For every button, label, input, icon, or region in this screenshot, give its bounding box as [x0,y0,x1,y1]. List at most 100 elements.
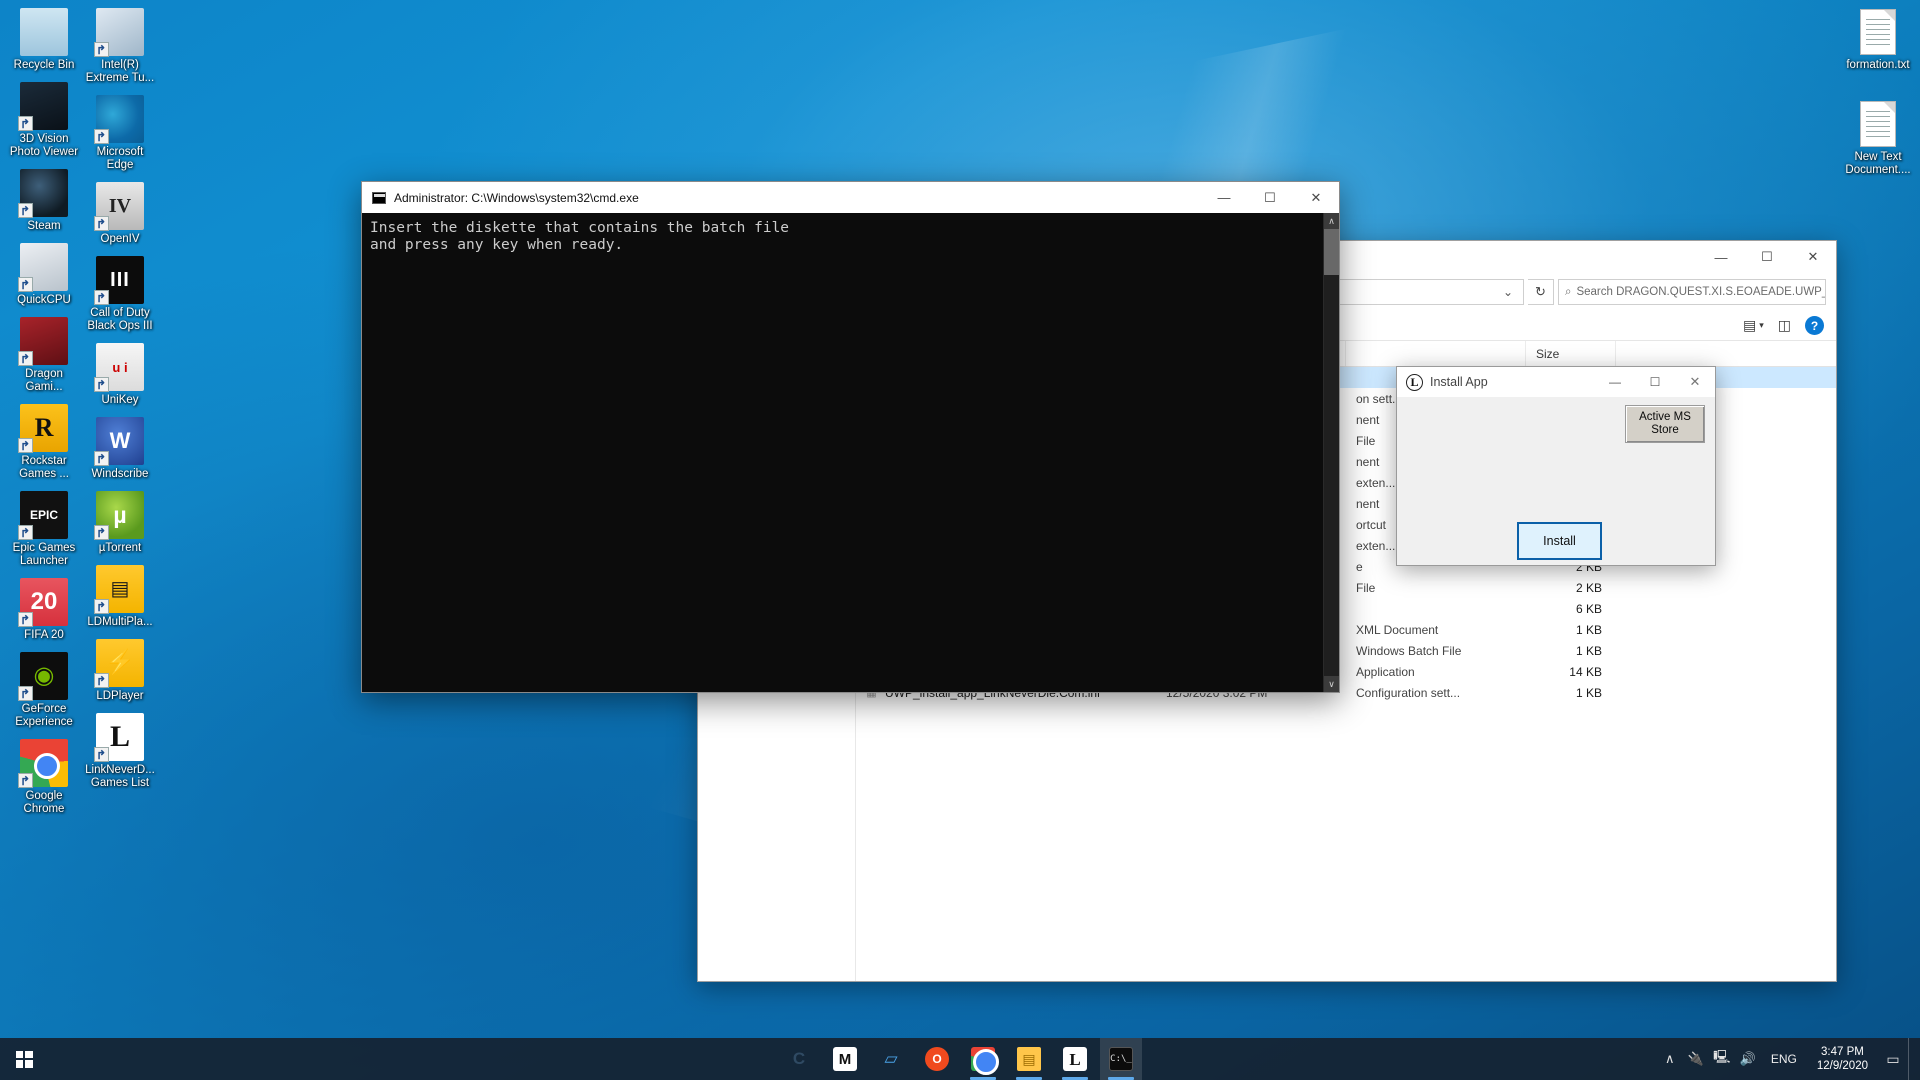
microsoft-edge-icon [96,95,144,143]
taskbar-item-cheat-engine[interactable]: C [778,1038,820,1080]
desktop-icon-rockstar-games[interactable]: R Rockstar Games ... [6,404,82,481]
taskbar-item-file-explorer[interactable]: ▤ [1008,1038,1050,1080]
active-ms-store-button[interactable]: Active MS Store [1625,405,1705,443]
file-type: Application [1346,665,1526,679]
desktop-icon-microsoft-edge[interactable]: Microsoft Edge [82,95,158,172]
desktop-icon-steam[interactable]: Steam [6,169,82,233]
command-prompt-window[interactable]: Administrator: C:\Windows\system32\cmd.e… [361,181,1340,693]
install-app-body: Active MS Store Install [1397,397,1715,565]
desktop-icon-label: Google Chrome [6,790,82,816]
taskbar-item-command-prompt[interactable]: C:\_ [1100,1038,1142,1080]
3d-vision-photo-viewer-icon [20,82,68,130]
file-size: 1 KB [1526,644,1616,658]
scroll-up-button[interactable]: ∧ [1324,213,1339,229]
dragon-gaming-icon [20,317,68,365]
scroll-down-button[interactable]: ∨ [1324,676,1339,692]
file-explorer-icon: ▤ [1017,1047,1041,1071]
help-icon[interactable]: ? [1805,316,1824,335]
scrollbar-track[interactable] [1324,229,1339,676]
cmd-title-bar[interactable]: Administrator: C:\Windows\system32\cmd.e… [362,182,1339,213]
explorer-maximize-button[interactable]: ☐ [1744,241,1790,273]
desktop-icon-epic-games-launcher[interactable]: EPIC Epic Games Launcher [6,491,82,568]
desktop-icon-label: µTorrent [99,542,141,555]
desktop-icon-label: LinkNeverD... Games List [82,764,158,790]
taskbar-item-opera-gx[interactable]: O [916,1038,958,1080]
column-header-size[interactable]: Size [1526,341,1616,366]
desktop-icon-recycle-bin[interactable]: Recycle Bin [6,8,82,72]
install-app-title-bar[interactable]: L Install App — ☐ ✕ [1397,367,1715,397]
desktop-icon-column-left: Recycle Bin 3D Vision Photo Viewer Steam… [6,8,82,826]
desktop-icon-ldplayer[interactable]: ⚡ LDPlayer [82,639,158,703]
desktop-icon-formation-txt[interactable]: formation.txt [1840,8,1916,72]
explorer-minimize-button[interactable]: — [1698,241,1744,273]
preview-pane-icon[interactable]: ◫ [1778,317,1791,334]
taskbar-items: C M ▱ O ▤ L C:\_ [0,1038,1920,1080]
desktop-icon-geforce-experience[interactable]: ◉ GeForce Experience [6,652,82,729]
desktop-icon-utorrent[interactable]: µ µTorrent [82,491,158,555]
search-placeholder: Search DRAGON.QUEST.XI.S.EOAEADE.UWP_Lin… [1576,286,1826,298]
install-app-dialog[interactable]: L Install App — ☐ ✕ Active MS Store Inst… [1396,366,1716,566]
desktop-icon-linkneverdie-games-list[interactable]: L LinkNeverD... Games List [82,713,158,790]
desktop-icon-unikey[interactable]: u i UniKey [82,343,158,407]
text-file-icon [1854,8,1902,56]
desktop-icon-call-of-duty[interactable]: III Call of Duty Black Ops III [82,256,158,333]
search-box[interactable]: ⌕ Search DRAGON.QUEST.XI.S.EOAEADE.UWP_L… [1558,279,1826,305]
desktop-icon-intel-extreme-tuning[interactable]: Intel(R) Extreme Tu... [82,8,158,85]
taskbar: C M ▱ O ▤ L C:\_ ∧ 🔌 🖳 🔊 ENG 3:47 PM [0,1038,1920,1080]
desktop-icon-quickcpu[interactable]: QuickCPU [6,243,82,307]
refresh-button[interactable]: ↻ [1528,279,1554,305]
desktop-icon-label: OpenIV [101,233,140,246]
geforce-experience-icon: ◉ [20,652,68,700]
taskbar-item-m2-app[interactable]: M [824,1038,866,1080]
install-app-close-button[interactable]: ✕ [1675,367,1715,397]
cmd-title-text: Administrator: C:\Windows\system32\cmd.e… [394,191,1201,205]
install-button[interactable]: Install [1517,522,1602,560]
cmd-maximize-button[interactable]: ☐ [1247,190,1293,206]
intel-extreme-tuning-icon [96,8,144,56]
utorrent-icon: µ [96,491,144,539]
desktop-icon-label: Windscribe [92,468,149,481]
taskbar-item-google-chrome[interactable] [962,1038,1004,1080]
search-icon: ⌕ [1565,286,1571,299]
desktop-icon-ldmultiplayer[interactable]: ▤ LDMultiPla... [82,565,158,629]
fifa-20-icon: 20 [20,578,68,626]
explorer-close-button[interactable]: ✕ [1790,241,1836,273]
desktop-icon-label: LDPlayer [96,690,143,703]
desktop-icon-column-right: formation.txt New Text Document.... [1840,8,1916,187]
epic-games-launcher-icon: EPIC [20,491,68,539]
cmd-close-button[interactable]: ✕ [1293,190,1339,206]
file-size: 1 KB [1526,686,1616,700]
desktop-icon-label: 3D Vision Photo Viewer [6,133,82,159]
desktop-icon-label: Call of Duty Black Ops III [82,307,158,333]
desktop-icon-label: New Text Document.... [1840,151,1916,177]
console-icon [372,192,386,204]
cmd-minimize-button[interactable]: — [1201,190,1247,205]
desktop-icon-3d-vision[interactable]: 3D Vision Photo Viewer [6,82,82,159]
desktop-icon-dragon-gaming[interactable]: Dragon Gami... [6,317,82,394]
taskbar-item-linkneverdie[interactable]: L [1054,1038,1096,1080]
m2-app-icon: M [833,1047,857,1071]
chevron-down-icon[interactable]: ⌄ [1497,285,1519,299]
file-type: XML Document [1346,623,1526,637]
chevron-down-icon[interactable]: ▾ [1759,320,1764,331]
cmd-console-area[interactable]: Insert the diskette that contains the ba… [362,213,1339,692]
openiv-icon: IV [96,182,144,230]
desktop-icon-openiv[interactable]: IV OpenIV [82,182,158,246]
install-app-minimize-button[interactable]: — [1595,367,1635,397]
scrollbar-thumb[interactable] [1324,229,1339,275]
desktop-icon-windscribe[interactable]: W Windscribe [82,417,158,481]
desktop-icon-fifa-20[interactable]: 20 FIFA 20 [6,578,82,642]
google-chrome-icon [20,739,68,787]
cmd-scrollbar[interactable]: ∧ ∨ [1323,213,1339,692]
view-list-icon[interactable]: ▤▾ [1743,317,1764,334]
column-header-type[interactable] [1346,341,1526,366]
taskbar-item-laptop-app[interactable]: ▱ [870,1038,912,1080]
ldplayer-icon: ⚡ [96,639,144,687]
desktop-icon-label: Intel(R) Extreme Tu... [82,59,158,85]
desktop-icon-label: Steam [27,220,60,233]
linkneverdie-icon: L [1063,1047,1087,1071]
desktop-icon-google-chrome[interactable]: Google Chrome [6,739,82,816]
install-app-maximize-button[interactable]: ☐ [1635,367,1675,397]
quickcpu-icon [20,243,68,291]
desktop-icon-new-text-document[interactable]: New Text Document.... [1840,100,1916,177]
